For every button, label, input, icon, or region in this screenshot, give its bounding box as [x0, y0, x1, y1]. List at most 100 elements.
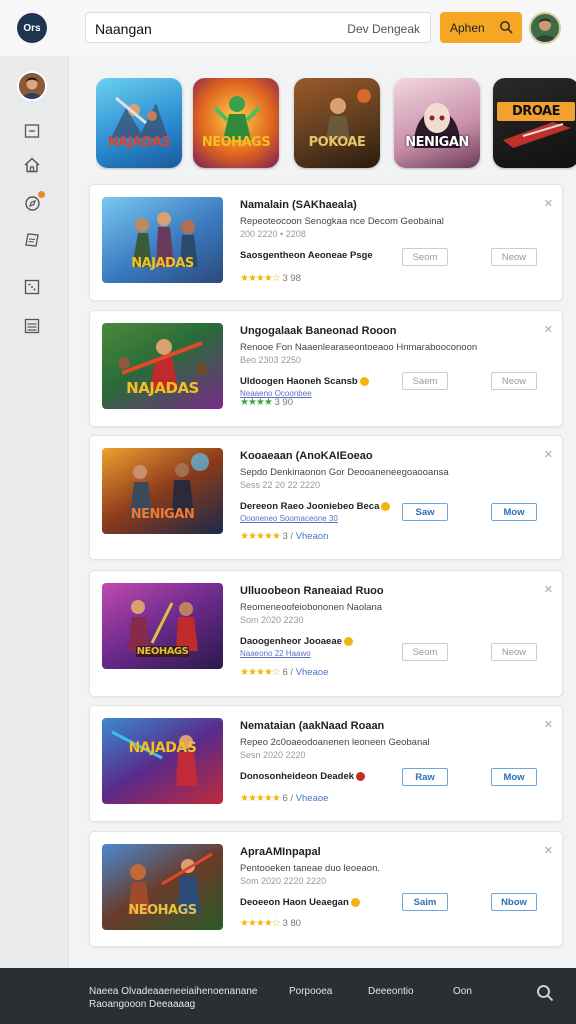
featured-game-icon[interactable]: NEOHAGS: [193, 78, 279, 168]
game-detail: Daoogenheor Jooaeae: [240, 636, 355, 647]
primary-button[interactable]: Mow: [491, 503, 537, 521]
game-detail: Dereeon Raeo Jooniebeo Beca: [240, 501, 392, 512]
game-thumbnail[interactable]: NAJADAS: [102, 718, 223, 804]
game-thumbnail[interactable]: NAJADAS: [102, 323, 223, 409]
search-hint: Dev Dengeak: [347, 22, 420, 36]
coin-icon: [350, 897, 360, 907]
game-detail: Deoeeon Haon Ueaegan: [240, 897, 362, 908]
rating-value: 3 80: [282, 918, 301, 929]
footer: Naeea Olvadeaaeneeiaihenoenanane Raoango…: [0, 968, 576, 1024]
game-detail-text: Dereeon Raeo Jooniebeo Beca: [240, 501, 380, 512]
game-thumbnail[interactable]: NAJADAS: [102, 197, 223, 283]
secondary-button[interactable]: Raw: [402, 768, 448, 786]
game-detail-text: Uldoogen Haoneh Scansb: [240, 376, 358, 387]
list-icon: [24, 318, 40, 334]
footer-link-2[interactable]: Deeeontio: [368, 986, 414, 997]
close-icon[interactable]: ✕: [544, 583, 553, 596]
featured-game-icon[interactable]: NENIGAN: [394, 78, 480, 168]
game-thumbnail[interactable]: NEOHAGS: [102, 583, 223, 669]
close-icon[interactable]: ✕: [544, 323, 553, 336]
game-detail-text: Daoogenheor Jooaeae: [240, 636, 342, 647]
footer-link-3[interactable]: Oon: [453, 986, 472, 997]
game-sub-link[interactable]: Naaeono 22 Haawo: [240, 649, 311, 658]
coin-icon: [381, 501, 391, 511]
sidebar-avatar[interactable]: [17, 71, 47, 101]
coin-icon: [343, 636, 353, 646]
sidebar-item-browse[interactable]: [21, 120, 43, 142]
close-icon[interactable]: ✕: [544, 448, 553, 461]
search-input[interactable]: Naangan Dev Dengeak: [85, 12, 431, 43]
rating-value: 3: [282, 531, 288, 542]
featured-game-icon[interactable]: DROAE: [493, 78, 576, 168]
home-icon: [24, 157, 40, 173]
secondary-button[interactable]: Saim: [402, 893, 448, 911]
featured-game-icon[interactable]: NAJADAS: [96, 78, 182, 168]
footer-text-line2: Raoangooon Deeaaaag: [89, 999, 196, 1010]
app-logo[interactable]: Ors: [17, 13, 47, 43]
thumbnail-title: NEOHAGS: [128, 903, 197, 918]
search-icon[interactable]: [536, 984, 554, 1002]
game-detail: Saosgentheon Aeoneae Psge: [240, 250, 373, 261]
game-card[interactable]: NAJADAS Ungogalaak Baneonad Rooon Renooe…: [89, 310, 563, 427]
game-card[interactable]: NAJADAS Nemataian (aakNaad Roaan Repeo 2…: [89, 705, 563, 822]
primary-button[interactable]: Mow: [491, 768, 537, 786]
rating-stars: ★★★★★: [240, 793, 281, 804]
user-avatar[interactable]: [529, 12, 561, 44]
game-detail-text: Donosonheideon Deadek: [240, 771, 355, 782]
coin-icon: [359, 376, 369, 386]
sidebar-item-library[interactable]: [21, 229, 43, 251]
rating-tag[interactable]: Vheaoe: [296, 667, 329, 678]
game-card[interactable]: NENIGAN Kooaeaan (AnoKAIEoeao Sepdo Denk…: [89, 435, 563, 560]
game-description: Renooe Fon Naaenlearaseontoeaoo Hnmarabo…: [240, 342, 478, 353]
rating-tag[interactable]: Vheaoe: [296, 793, 329, 804]
thumbnail-title: NEOHAGS: [136, 646, 189, 657]
rating-tag[interactable]: Vheaon: [296, 531, 329, 542]
game-meta: 200 2220 • 2208: [240, 229, 306, 239]
primary-button[interactable]: Neow: [491, 643, 537, 661]
sidebar-item-list[interactable]: [21, 315, 43, 337]
rating-stars: ★★★★: [240, 397, 273, 408]
secondary-button[interactable]: Seom: [402, 643, 448, 661]
featured-game-title: NENIGAN: [405, 135, 469, 150]
sidebar: [0, 56, 69, 968]
close-icon[interactable]: ✕: [544, 197, 553, 210]
game-rating: ★★★★☆ 6 / Vheaoe: [240, 667, 329, 678]
primary-button[interactable]: Neow: [491, 248, 537, 266]
game-card[interactable]: NAJADAS Namalain (SAKhaeala) Repeoteocoo…: [89, 184, 563, 301]
game-description: Repeoteocoon Senogkaa nce Decom Geobaina…: [240, 216, 444, 227]
primary-button[interactable]: Neow: [491, 372, 537, 390]
primary-button[interactable]: Nbow: [491, 893, 537, 911]
featured-game-icon[interactable]: POKOAE: [294, 78, 380, 168]
game-title: Kooaeaan (AnoKAIEoeao: [240, 450, 373, 462]
game-card[interactable]: NEOHAGS ApraAMInpapal Pentooeken taneae …: [89, 831, 563, 947]
sidebar-item-explore[interactable]: [21, 191, 45, 214]
game-thumbnail[interactable]: NEOHAGS: [102, 844, 223, 930]
sidebar-item-home[interactable]: [21, 154, 43, 176]
thumbnail-title: NENIGAN: [130, 507, 195, 522]
featured-game-title: DROAE: [497, 102, 575, 121]
secondary-button[interactable]: Saw: [402, 503, 448, 521]
game-meta: Sesn 2020 2220: [240, 750, 306, 760]
secondary-button[interactable]: Saem: [402, 372, 448, 390]
secondary-button[interactable]: Seom: [402, 248, 448, 266]
rating-value: 3 90: [274, 397, 294, 408]
game-sub-link[interactable]: Oooneneo Soomaceone 30: [240, 514, 338, 523]
rating-value: 6: [282, 667, 288, 678]
game-meta: Som 2020 2230: [240, 615, 304, 625]
game-thumbnail[interactable]: NENIGAN: [102, 448, 223, 534]
close-icon[interactable]: ✕: [544, 844, 553, 857]
game-detail-text: Deoeeon Haon Ueaegan: [240, 897, 349, 908]
game-meta: Sess 22 20 22 2220: [240, 480, 321, 490]
game-title: Ulluoobeon Raneaiad Ruoo: [240, 585, 384, 597]
rating-stars: ★★★★☆: [240, 918, 281, 929]
close-icon[interactable]: ✕: [544, 718, 553, 731]
rating-stars: ★★★★☆: [240, 273, 281, 284]
game-card[interactable]: NEOHAGS Ulluoobeon Raneaiad Ruoo Reomene…: [89, 570, 563, 697]
coin-icon: [356, 771, 366, 781]
dice-icon: [24, 279, 40, 295]
sidebar-item-games[interactable]: [21, 276, 43, 298]
apply-button[interactable]: Aphen: [440, 12, 522, 43]
footer-link-1[interactable]: Porpooea: [289, 986, 332, 997]
rating-stars: ★★★★☆: [240, 667, 281, 678]
game-title: ApraAMInpapal: [240, 846, 321, 858]
